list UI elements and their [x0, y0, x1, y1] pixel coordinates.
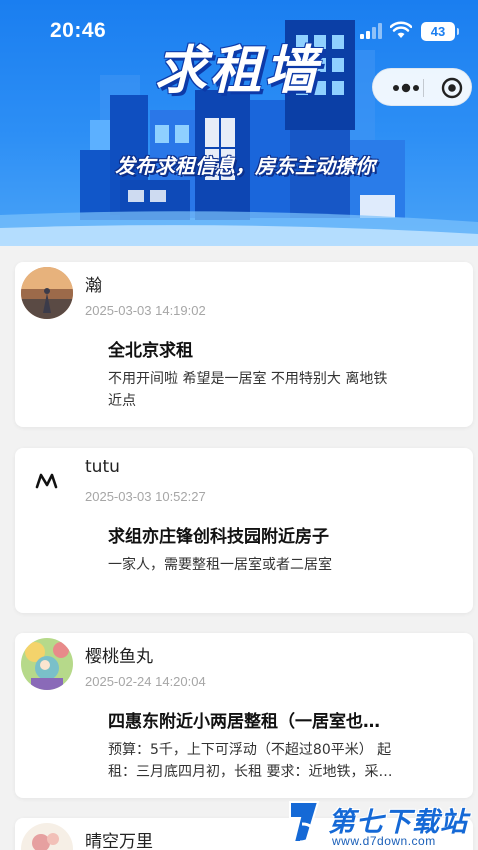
- post-time: 2025-02-24 14:20:04: [85, 674, 206, 689]
- status-time: 20:46: [50, 19, 107, 42]
- battery-indicator: 43: [421, 22, 459, 41]
- post-card[interactable]: tutu 2025-03-03 10:52:27 求组亦庄锋创科技园附近房子 一…: [15, 448, 473, 613]
- avatar[interactable]: [21, 823, 73, 850]
- post-time: 2025-03-03 14:19:02: [85, 303, 206, 318]
- post-card[interactable]: 樱桃鱼丸 2025-02-24 14:20:04 四惠东附近小两居整租（一居室也…: [15, 633, 473, 798]
- post-card[interactable]: 瀚 2025-03-03 14:19:02 全北京求租 不用开间啦 希望是一居室…: [15, 262, 473, 427]
- post-title: 全北京求租: [108, 341, 193, 361]
- watermark-logo-icon: [289, 801, 320, 844]
- post-title: 求组亦庄锋创科技园附近房子: [108, 527, 329, 547]
- watermark: 第七下载站 www.d7down.com: [284, 798, 478, 850]
- capsule-divider: [423, 79, 424, 97]
- username: 瀚: [85, 276, 102, 296]
- avatar-image: [21, 638, 73, 690]
- avatar[interactable]: [21, 267, 73, 319]
- post-description: 一家人，需要整租一居室或者二居室: [108, 557, 332, 573]
- avatar[interactable]: [21, 453, 73, 505]
- banner-slogan: 发布求租信息，房东主动撩你: [115, 154, 375, 178]
- wifi-icon: [390, 21, 412, 38]
- watermark-url: www.d7down.com: [332, 834, 436, 848]
- avatar-image: [21, 267, 73, 319]
- banner-title: 求租墙: [154, 41, 320, 101]
- username: 晴空万里: [85, 832, 153, 850]
- avatar[interactable]: [21, 638, 73, 690]
- username: tutu: [85, 457, 120, 477]
- post-description: 预算：5千，上下可浮动（不超过80平米） 起租：三月底四月初，长租 要求：近地铁…: [108, 742, 393, 780]
- username: 樱桃鱼丸: [85, 647, 153, 667]
- more-dots-icon[interactable]: [392, 81, 420, 95]
- avatar-image: [21, 453, 73, 505]
- cellular-signal-icon: [360, 23, 382, 39]
- post-title: 四惠东附近小两居整租（一居室也可以）: [108, 712, 393, 732]
- close-miniprogram-icon[interactable]: [441, 77, 463, 99]
- post-description: 不用开间啦 希望是一居室 不用特别大 离地铁近点: [108, 371, 388, 409]
- avatar-image: [21, 823, 73, 850]
- miniprogram-capsule: [372, 68, 472, 106]
- banner: 20:46 43 求租墙 发布求租信息，房东主动撩你: [0, 0, 478, 246]
- post-time: 2025-03-03 10:52:27: [85, 489, 206, 504]
